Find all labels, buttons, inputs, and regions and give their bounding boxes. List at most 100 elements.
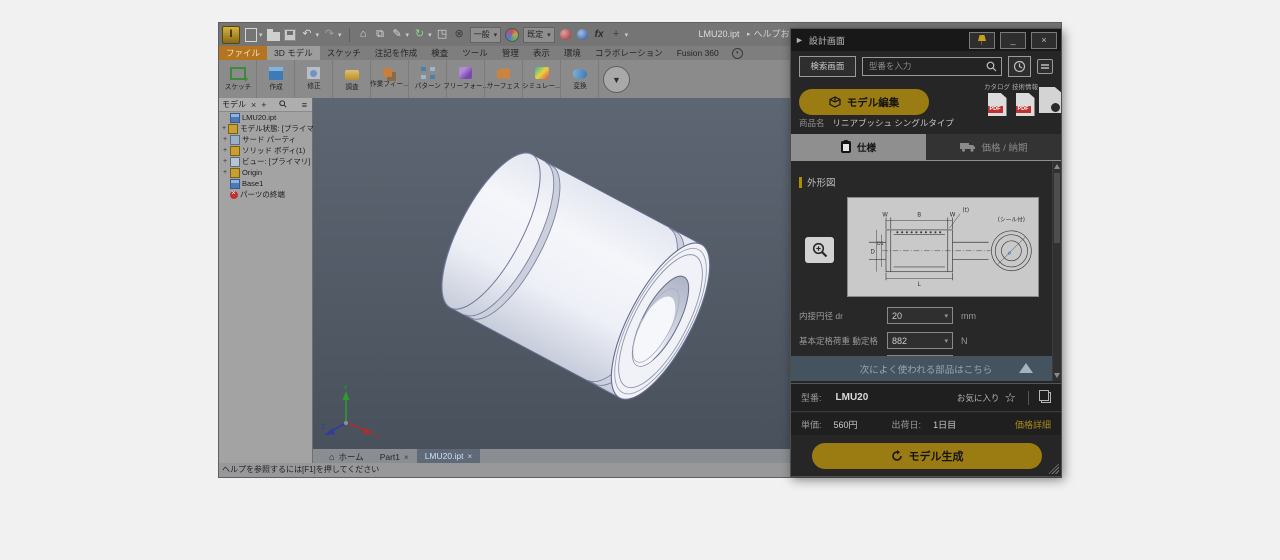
redo-button[interactable]: ↷ (323, 27, 336, 42)
panel-scrollbar[interactable] (1052, 161, 1061, 381)
add-toolbar-button[interactable]: + (610, 27, 623, 42)
ribbon-collapse-button[interactable]: ▼ (603, 66, 630, 93)
browser-search-icon[interactable] (279, 100, 287, 110)
technical-drawing: W B W (t) D D1 L (シール付) ⌀ (848, 198, 1038, 296)
catalog-pdf-button[interactable]: カタログ PDF (984, 81, 1010, 116)
scroll-down-icon[interactable] (1054, 373, 1060, 378)
undo-button[interactable]: ↶ (301, 27, 314, 42)
tree-item-solid-bodies[interactable]: +ソリッド ボディ(1) (219, 145, 312, 156)
ribbon-button-work-features[interactable]: 作業フィー... (371, 60, 409, 98)
comment-icon[interactable] (1037, 59, 1053, 74)
tab-3d-model[interactable]: 3D モデル (267, 46, 320, 60)
tree-item-end-of-part[interactable]: パーツの終端 (219, 189, 312, 200)
drawing-zoom-button[interactable] (805, 237, 834, 263)
ribbon-button-modify[interactable]: 修正 (295, 60, 333, 98)
ribbon-button-freeform[interactable]: フリーフォー... (447, 60, 485, 98)
tab-view[interactable]: 表示 (526, 46, 557, 60)
material-select[interactable]: 一般▾ (470, 27, 502, 43)
sketch-tool-button[interactable]: ✎ (391, 27, 404, 42)
third-party-icon (230, 135, 240, 145)
scroll-thumb[interactable] (1054, 173, 1060, 243)
save-button[interactable] (284, 27, 297, 42)
folder-icon (228, 124, 238, 134)
inventor-logo-icon[interactable]: I (222, 26, 240, 44)
tab-annotate[interactable]: 注記を作成 (368, 46, 425, 60)
resize-grip-icon[interactable] (1049, 464, 1059, 474)
ribbon-options-button[interactable]: ▾ (732, 46, 743, 60)
search-icon[interactable] (986, 61, 997, 72)
search-screen-button[interactable]: 検索画面 (799, 56, 856, 77)
new-file-button[interactable] (244, 27, 257, 42)
sketch-icon (230, 67, 246, 80)
sketch-tool-chevron-icon[interactable]: ▾ (406, 31, 410, 39)
close-tab-icon[interactable]: × (467, 452, 472, 461)
inner-diameter-select[interactable]: 20▾ (887, 307, 953, 324)
home-icon: ⌂ (329, 452, 334, 462)
browser-close-button[interactable]: × (251, 100, 256, 110)
tab-inspect[interactable]: 検査 (424, 46, 455, 60)
ribbon-button-inspect[interactable]: 調査 (333, 60, 371, 98)
home-view-button[interactable]: ⌂ (357, 27, 370, 42)
load-rating-select[interactable]: 882▾ (887, 332, 953, 349)
color-wheel-icon[interactable] (505, 27, 519, 42)
update-chevron-icon[interactable]: ▾ (428, 31, 432, 39)
ribbon-button-pattern[interactable]: パターン (409, 60, 447, 98)
history-button[interactable] (1008, 56, 1031, 77)
minimize-button[interactable]: _ (1000, 32, 1026, 49)
tree-item-third-party[interactable]: +サード パーティ (219, 134, 312, 145)
switch-window-button[interactable]: ⧉ (374, 27, 387, 42)
price-detail-link[interactable]: 価格詳細 (1015, 418, 1051, 431)
ribbon-button-sketch[interactable]: スケッチ (219, 60, 257, 98)
ribbon-button-convert[interactable]: 変換 (561, 60, 599, 98)
suggest-parts-bar[interactable]: 次によく使われる部品はこちら (791, 356, 1061, 381)
part-number-field[interactable] (862, 57, 1002, 76)
tech-info-pdf-button[interactable]: 技術情報 PDF (1012, 81, 1038, 116)
ribbon-button-create[interactable]: 作成 (257, 60, 295, 98)
outline-drawing[interactable]: W B W (t) D D1 L (シール付) ⌀ (847, 197, 1039, 297)
favorite-star-icon[interactable]: ☆ (1004, 391, 1016, 404)
tab-collaborate[interactable]: コラボレーション (588, 46, 670, 60)
redo-chevron-icon[interactable]: ▾ (338, 31, 342, 39)
open-button[interactable] (267, 27, 280, 42)
ribbon-button-simulation[interactable]: シミュレー... (523, 60, 561, 98)
tree-item-origin[interactable]: +Origin (219, 167, 312, 178)
generate-model-button[interactable]: モデル生成 (812, 443, 1042, 469)
tab-sketch[interactable]: スケッチ (320, 46, 368, 60)
adjust-appearance-icon[interactable] (559, 27, 572, 42)
quote-document-icon[interactable] (1039, 87, 1061, 113)
tab-spec[interactable]: 仕様 (791, 134, 926, 160)
tree-item-base1[interactable]: Base1 (219, 178, 312, 189)
price-row: 単価: 560円 出荷日: 1日目 価格詳細 (791, 413, 1061, 435)
undo-chevron-icon[interactable]: ▾ (316, 31, 320, 39)
toolbar-overflow-chevron-icon[interactable]: ▾ (625, 31, 629, 39)
tab-manage[interactable]: 管理 (495, 46, 526, 60)
browser-menu-icon[interactable]: ≡ (302, 100, 307, 110)
tab-environments[interactable]: 環境 (557, 46, 588, 60)
appearance-select[interactable]: 既定▾ (523, 27, 555, 43)
tab-price-delivery[interactable]: 価格 / 納期 (926, 134, 1061, 160)
spec-unit: N (961, 336, 968, 346)
copy-icon[interactable] (1041, 392, 1051, 403)
deactivate-button[interactable]: ⊗ (453, 27, 466, 42)
part-number-input[interactable] (867, 60, 982, 72)
tab-tools[interactable]: ツール (455, 46, 495, 60)
model-edit-button[interactable]: モデル編集 (799, 89, 929, 115)
scroll-up-icon[interactable] (1054, 164, 1060, 169)
parameters-button[interactable]: fx (593, 27, 606, 42)
tab-fusion360[interactable]: Fusion 360 (670, 46, 726, 60)
tree-item-root[interactable]: LMU20.ipt (219, 112, 312, 123)
clear-appearance-icon[interactable] (576, 27, 589, 42)
tree-item-view[interactable]: +ビュー: [プライマリ] (219, 156, 312, 167)
measure-button[interactable]: ◳ (436, 27, 449, 42)
help-search[interactable]: ▸ヘルプお (747, 23, 790, 46)
part-document-icon (230, 113, 240, 123)
ribbon-button-surface[interactable]: サーフェス (485, 60, 523, 98)
close-button[interactable]: × (1031, 32, 1057, 49)
browser-add-button[interactable]: + (261, 100, 266, 110)
tab-file[interactable]: ファイル (219, 46, 267, 60)
close-tab-icon[interactable]: × (404, 453, 409, 462)
tree-item-model-states[interactable]: +モデル状態: [プライマリ] (219, 123, 312, 134)
pin-button[interactable] (969, 32, 995, 49)
update-button[interactable]: ↻ (413, 27, 426, 42)
new-file-chevron-icon[interactable]: ▾ (259, 31, 263, 39)
